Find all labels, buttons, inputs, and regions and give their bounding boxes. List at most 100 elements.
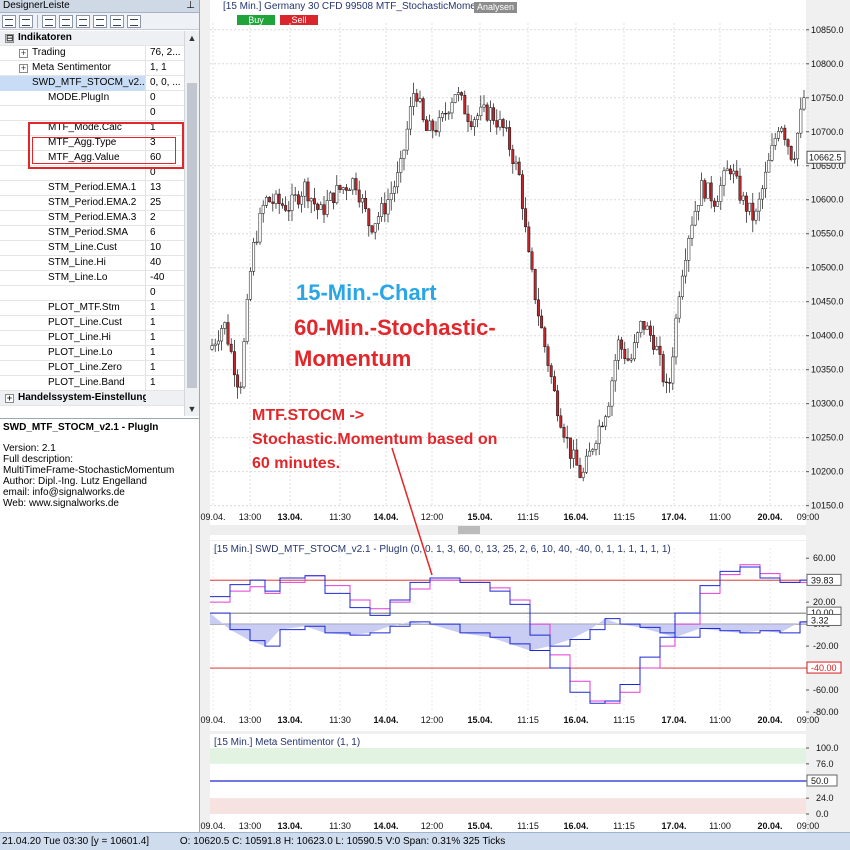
property-row[interactable]: 0 (0, 286, 184, 301)
property-row[interactable]: PLOT_MTF.Stm 1 (0, 301, 184, 316)
property-value[interactable]: 1 (150, 376, 184, 390)
chart-canvas: 10850.010800.010750.010700.010650.010600… (200, 23, 846, 831)
candle-body (533, 269, 537, 301)
x-tick-label: 11:30 (329, 821, 351, 831)
property-value[interactable]: 0 (150, 91, 184, 105)
property-value[interactable]: 1 (150, 331, 184, 345)
y-tick-label: 10700.0 (811, 127, 844, 137)
property-value[interactable]: 76, 2... (150, 46, 184, 60)
property-value[interactable]: 6 (150, 226, 184, 240)
indicator-node[interactable]: + Meta Sentimentor 1, 1 (0, 61, 184, 76)
property-value[interactable]: 0, 0, ... (150, 76, 184, 90)
x-tick-label: 12:00 (421, 512, 444, 522)
y-tick-label: 0.0 (816, 809, 829, 819)
toolbar-separator (37, 14, 38, 28)
property-value[interactable]: 1 (150, 316, 184, 330)
value-badge-label: 39.83 (811, 575, 834, 585)
x-tick-label: 11:30 (329, 715, 351, 725)
x-tick-label: 14.04. (373, 512, 398, 522)
candle-body (575, 449, 579, 466)
scroll-thumb[interactable] (187, 83, 197, 388)
candle-body (357, 189, 361, 203)
property-row[interactable]: 0 (0, 106, 184, 121)
property-value[interactable]: -40 (150, 271, 184, 285)
property-value[interactable]: 1 (150, 346, 184, 360)
property-row[interactable]: STM_Line.Hi 40 (0, 256, 184, 271)
property-row[interactable]: STM_Period.EMA.2 25 (0, 196, 184, 211)
category-label: Handelssystem-Einstellungen (18, 392, 146, 403)
property-row[interactable]: PLOT_Line.Lo 1 (0, 346, 184, 361)
pin-icon[interactable]: ⊥ (186, 0, 195, 12)
property-value[interactable]: 0 (150, 106, 184, 120)
candle-body (383, 203, 387, 215)
x-tick-label: 20.04. (757, 512, 782, 522)
list-icon[interactable] (42, 14, 56, 28)
property-value[interactable]: 1 (150, 361, 184, 375)
property-value[interactable]: 13 (150, 181, 184, 195)
candle-body (741, 195, 745, 201)
property-row[interactable]: PLOT_Line.Band 1 (0, 376, 184, 391)
candle-body (274, 193, 278, 204)
property-row[interactable]: PLOT_Line.Cust 1 (0, 316, 184, 331)
property-row[interactable]: STM_Period.EMA.3 2 (0, 211, 184, 226)
candle-body (261, 205, 265, 214)
scroll-up-icon[interactable]: ▲ (185, 31, 199, 45)
property-row[interactable]: STM_Period.SMA 6 (0, 226, 184, 241)
property-value[interactable]: 1, 1 (150, 61, 184, 75)
property-value[interactable]: 1 (150, 301, 184, 315)
y-tick-label: 10400.0 (811, 331, 844, 341)
y-tick-label: 10800.0 (811, 59, 844, 69)
property-name: Meta Sentimentor (0, 61, 146, 76)
print-icon[interactable] (76, 14, 90, 28)
candle-body (680, 275, 684, 298)
table-icon[interactable] (93, 14, 107, 28)
annotation-mtf-3: 60 minutes. (252, 455, 340, 472)
x-tick-label: 09.04. (200, 512, 225, 522)
candle-body (399, 158, 403, 173)
scroll-down-icon[interactable]: ▼ (185, 402, 199, 416)
property-row[interactable]: PLOT_Line.Zero 1 (0, 361, 184, 376)
property-value[interactable]: 25 (150, 196, 184, 210)
grid-icon[interactable] (110, 14, 124, 28)
indicator-node[interactable]: + Trading 76, 2... (0, 46, 184, 61)
candle-body (296, 194, 300, 205)
chart-line-icon[interactable] (59, 14, 73, 28)
properties-icon[interactable] (19, 14, 33, 28)
property-value[interactable]: 40 (150, 256, 184, 270)
property-name: PLOT_Line.Hi (0, 331, 146, 346)
indicator-node[interactable]: −SWD_MTF_STOCM_v2...0, 0, ... (0, 76, 184, 91)
property-value[interactable]: 10 (150, 241, 184, 255)
candle-body (421, 98, 425, 121)
x-tick-label: 11:00 (709, 821, 731, 831)
columns-icon[interactable] (127, 14, 141, 28)
candle-body (610, 380, 614, 407)
candle-body (226, 322, 230, 345)
property-value[interactable]: 2 (150, 211, 184, 225)
property-value[interactable]: 0 (150, 286, 184, 300)
candle-body (447, 112, 451, 115)
add-indicator-icon[interactable] (2, 14, 16, 28)
candle-body (351, 178, 355, 191)
candle-body (597, 425, 601, 444)
property-row[interactable]: PLOT_Line.Hi 1 (0, 331, 184, 346)
property-row[interactable]: MODE.PlugIn 0 (0, 91, 184, 106)
candle-body (252, 241, 256, 272)
candle-body (428, 120, 432, 131)
candle-body (223, 322, 227, 329)
property-row[interactable]: STM_Line.Lo -40 (0, 271, 184, 286)
candle-body (367, 208, 371, 227)
candle-body (581, 471, 585, 478)
description-line: MultiTimeFrame-StochasticMomentum (3, 465, 175, 476)
category-indikatoren[interactable]: ⊟ Indikatoren (0, 31, 184, 46)
property-row[interactable]: STM_Period.EMA.1 13 (0, 181, 184, 196)
x-tick-label: 13:00 (239, 715, 262, 725)
candle-body (479, 106, 483, 116)
category-handelssystem[interactable]: + Handelssystem-Einstellungen (0, 391, 184, 406)
property-grid-scrollbar[interactable]: ▲ ▼ (184, 31, 199, 416)
candle-body (392, 186, 396, 194)
candle-body (444, 112, 448, 115)
candle-body (344, 187, 348, 191)
candle-body (498, 119, 502, 128)
property-row[interactable]: STM_Line.Cust 10 (0, 241, 184, 256)
candle-body (748, 202, 752, 212)
